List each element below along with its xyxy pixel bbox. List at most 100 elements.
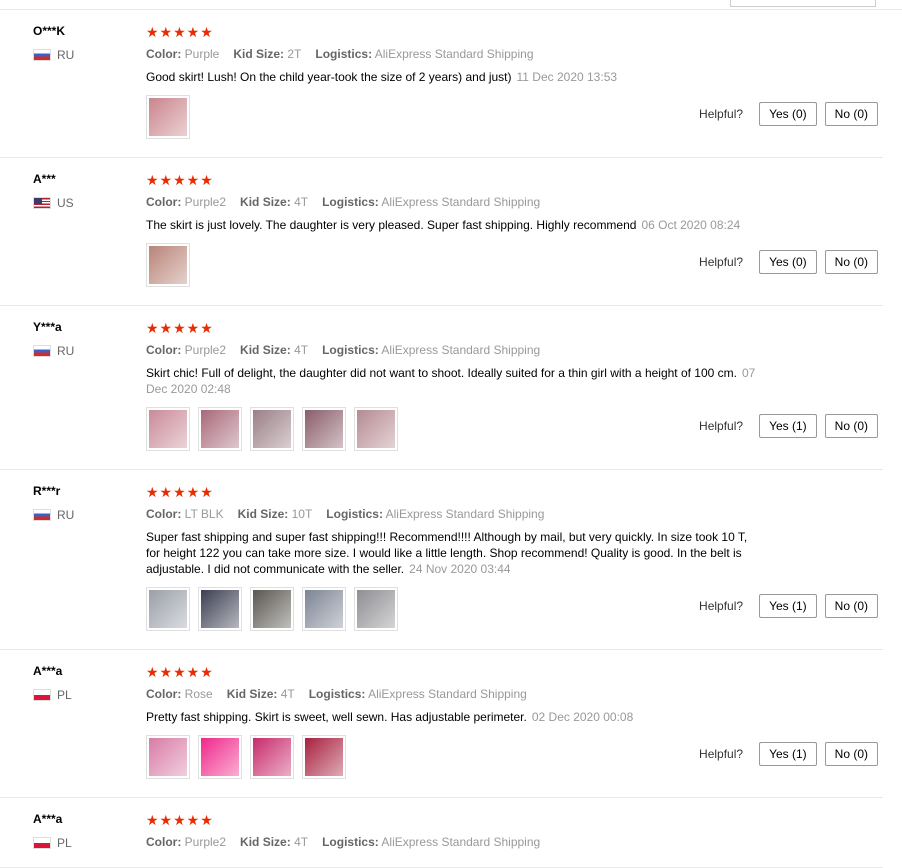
photo-image — [305, 410, 343, 448]
rating-stars-icon: ★★★★★ — [146, 172, 214, 188]
review-photos — [146, 735, 763, 779]
color-label: Color: — [146, 507, 182, 521]
helpful-label: Helpful? — [699, 747, 744, 761]
country-code: RU — [57, 48, 75, 62]
logistics-label: Logistics: — [322, 195, 379, 209]
helpful-yes-button[interactable]: Yes (1) — [759, 594, 817, 618]
helpful-yes-button[interactable]: Yes (1) — [759, 742, 817, 766]
color-value: LT BLK — [184, 507, 224, 521]
country-flag-icon — [33, 345, 51, 357]
review-photo-thumbnail[interactable] — [146, 587, 190, 631]
helpful-vote: Helpful? Yes (1) No (0) — [699, 742, 878, 766]
kid-size-label: Kid Size: — [240, 343, 291, 357]
review-author: A***a PL — [33, 664, 72, 702]
helpful-label: Helpful? — [699, 107, 744, 121]
logistics-value: AliExpress Standard Shipping — [368, 687, 527, 701]
color-label: Color: — [146, 195, 182, 209]
sku-info: Color: Purple2 Kid Size: 4T Logistics: Ali… — [146, 835, 763, 849]
helpful-no-button[interactable]: No (0) — [824, 742, 878, 766]
color-label: Color: — [146, 47, 182, 61]
review-photo-thumbnail[interactable] — [250, 587, 294, 631]
sku-info: Color: Rose Kid Size: 4T Logistics: AliExp… — [146, 687, 763, 701]
review-text-block: Good skirt! Lush! On the child year-took… — [146, 69, 763, 85]
photo-image — [253, 738, 291, 776]
kid-size-label: Kid Size: — [233, 47, 285, 61]
helpful-no-button[interactable]: No (0) — [824, 414, 878, 438]
kid-size-label: Kid Size: — [240, 835, 291, 849]
photo-image — [149, 246, 187, 284]
kid-size-value: 4T — [280, 687, 295, 701]
photo-image — [149, 410, 187, 448]
review-list: O***K RU ★★★★★ Color: Purple Kid Size: 2T Log… — [0, 10, 902, 868]
kid-size-label: Kid Size: — [240, 195, 291, 209]
review-photos — [146, 95, 763, 139]
helpful-vote: Helpful? Yes (0) No (0) — [699, 250, 878, 274]
review-photo-thumbnail[interactable] — [146, 95, 190, 139]
review-photo-thumbnail[interactable] — [146, 243, 190, 287]
review-photo-thumbnail[interactable] — [354, 407, 398, 451]
review-text-block: The skirt is just lovely. The daughter i… — [146, 217, 763, 233]
color-label: Color: — [146, 687, 182, 701]
country-flag-icon — [33, 49, 51, 61]
photo-image — [149, 738, 187, 776]
helpful-no-button[interactable]: No (0) — [824, 594, 878, 618]
author-country: RU — [33, 48, 74, 62]
review-content: ★★★★★ Color: Purple2 Kid Size: 4T Logistics… — [146, 158, 883, 305]
review-text: The skirt is just lovely. The daughter i… — [146, 218, 637, 232]
helpful-yes-button[interactable]: Yes (0) — [759, 250, 817, 274]
color-value: Purple — [184, 47, 220, 61]
review-photo-thumbnail[interactable] — [250, 407, 294, 451]
helpful-no-button[interactable]: No (0) — [824, 102, 878, 126]
helpful-vote: Helpful? Yes (1) No (0) — [699, 594, 878, 618]
review-photo-thumbnail[interactable] — [250, 735, 294, 779]
kid-size-value: 4T — [294, 343, 309, 357]
photo-image — [201, 738, 239, 776]
review-text: Skirt chic! Full of delight, the daughte… — [146, 366, 737, 380]
review-author: A***a PL — [33, 812, 72, 850]
author-country: RU — [33, 344, 74, 358]
helpful-label: Helpful? — [699, 255, 744, 269]
review-author: A*** US — [33, 172, 74, 210]
rating-stars-icon: ★★★★★ — [146, 484, 214, 500]
helpful-no-button[interactable]: No (0) — [824, 250, 878, 274]
review-content: ★★★★★ Color: LT BLK Kid Size: 10T Logistics… — [146, 470, 883, 649]
review-date: 02 Dec 2020 00:08 — [531, 710, 634, 724]
rating-stars-icon: ★★★★★ — [146, 664, 214, 680]
rating-stars-icon: ★★★★★ — [146, 24, 214, 40]
photo-image — [201, 590, 239, 628]
review-text: Pretty fast shipping. Skirt is sweet, we… — [146, 710, 527, 724]
logistics-value: AliExpress Standard Shipping — [381, 835, 541, 849]
logistics-label: Logistics: — [326, 507, 383, 521]
author-name: A***a — [33, 812, 63, 826]
photo-image — [357, 590, 395, 628]
review-photo-thumbnail[interactable] — [302, 407, 346, 451]
country-flag-icon — [33, 689, 51, 701]
review-photo-thumbnail[interactable] — [302, 735, 346, 779]
kid-size-value: 4T — [294, 835, 309, 849]
review-photo-thumbnail[interactable] — [198, 587, 242, 631]
review-content: ★★★★★ Color: Rose Kid Size: 4T Logistics: A… — [146, 650, 883, 797]
country-code: RU — [57, 508, 75, 522]
review-photo-thumbnail[interactable] — [198, 407, 242, 451]
rating-stars-icon: ★★★★★ — [146, 812, 214, 828]
review-date: 06 Oct 2020 08:24 — [641, 218, 741, 232]
color-label: Color: — [146, 343, 182, 357]
helpful-yes-button[interactable]: Yes (0) — [759, 102, 817, 126]
photo-image — [305, 590, 343, 628]
color-label: Color: — [146, 835, 182, 849]
review-content: ★★★★★ Color: Purple2 Kid Size: 4T Logistics… — [146, 306, 883, 469]
helpful-yes-button[interactable]: Yes (1) — [759, 414, 817, 438]
sort-dropdown[interactable] — [730, 0, 876, 7]
review-photo-thumbnail[interactable] — [146, 735, 190, 779]
color-value: Purple2 — [184, 343, 227, 357]
kid-size-value: 2T — [287, 47, 302, 61]
review-item: Y***a RU ★★★★★ Color: Purple2 Kid Size: 4T Lo… — [0, 306, 883, 470]
review-photo-thumbnail[interactable] — [302, 587, 346, 631]
photo-image — [149, 98, 187, 136]
review-photo-thumbnail[interactable] — [146, 407, 190, 451]
review-photo-thumbnail[interactable] — [354, 587, 398, 631]
review-photo-thumbnail[interactable] — [198, 735, 242, 779]
photo-image — [253, 590, 291, 628]
photo-image — [201, 410, 239, 448]
review-item: A***a PL ★★★★★ Color: Purple2 Kid Size: 4T Lo… — [0, 798, 883, 868]
